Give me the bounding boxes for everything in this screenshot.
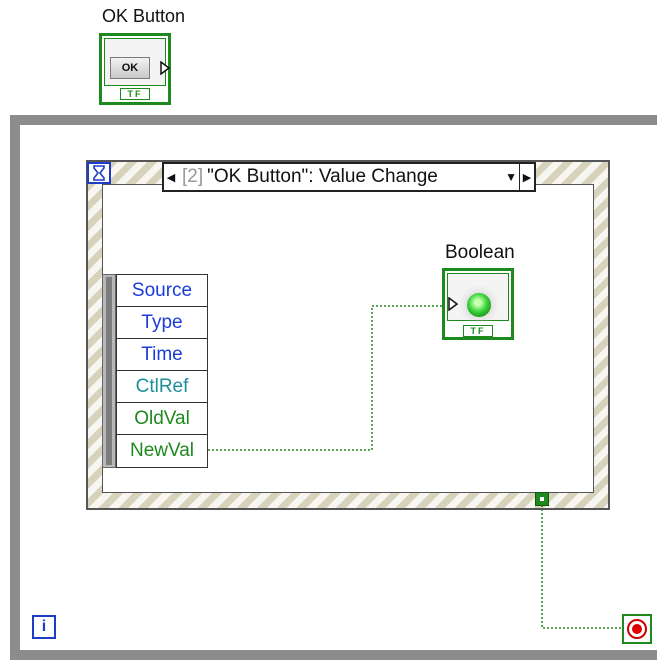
newval-to-boolean-wire [208, 305, 442, 451]
iteration-terminal[interactable]: i [32, 615, 56, 639]
stop-icon [627, 619, 647, 639]
tunnel-to-stop-wire [541, 505, 622, 629]
output-tunnel[interactable] [535, 492, 549, 506]
loop-condition-terminal[interactable] [622, 614, 652, 644]
wire-layer [208, 305, 622, 629]
